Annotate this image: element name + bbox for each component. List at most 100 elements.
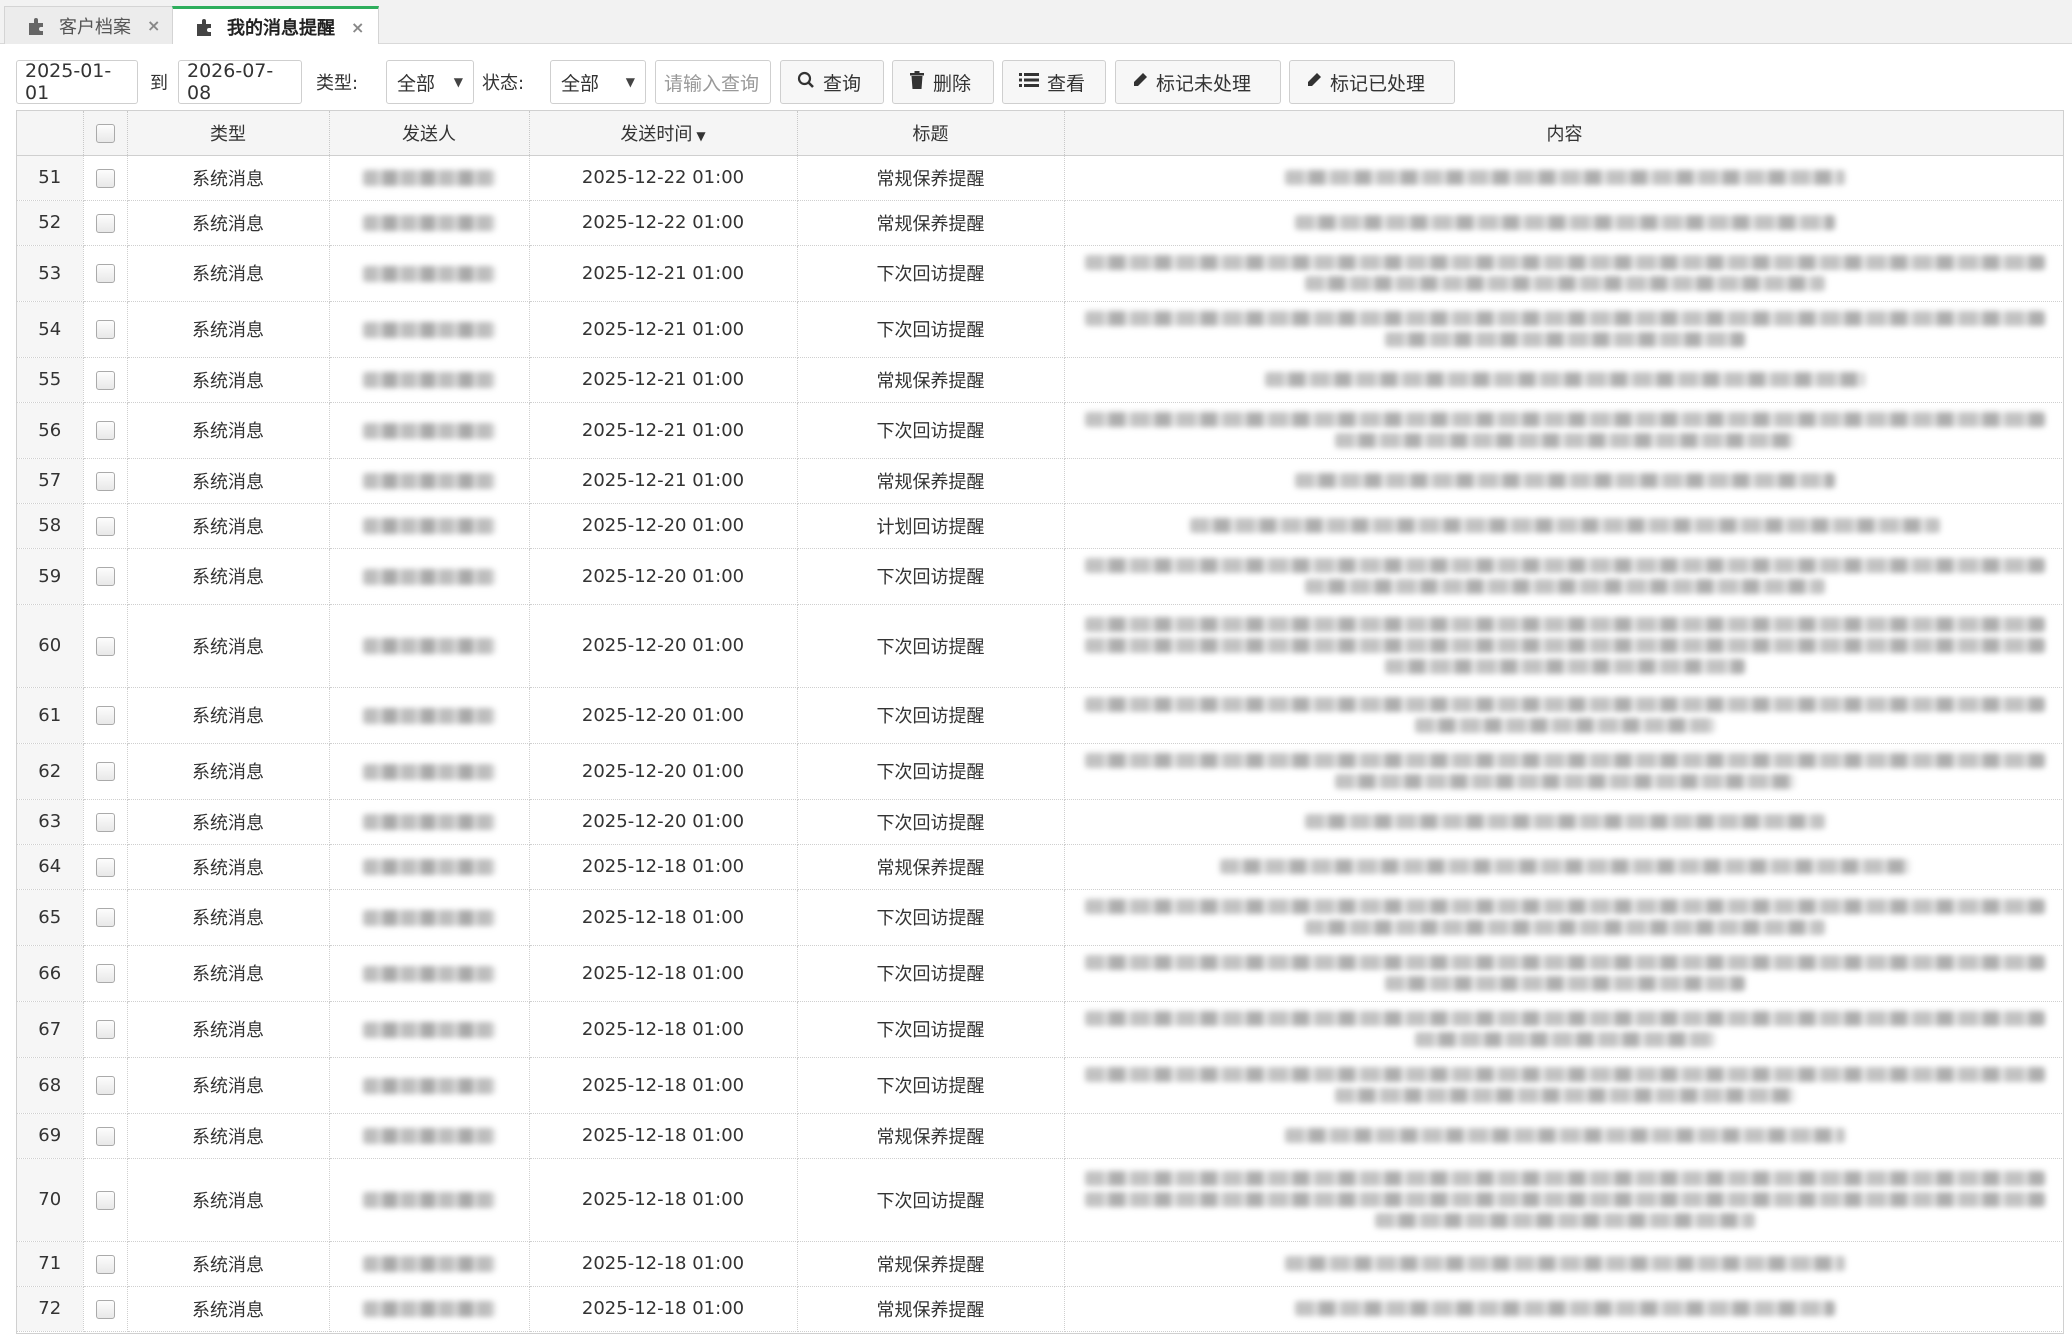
row-select-checkbox[interactable] [95,471,115,491]
row-checkbox[interactable] [83,889,128,946]
row-checkbox[interactable] [83,687,128,744]
table-row[interactable]: 65 系统消息 2025-12-18 01:00 下次回访提醒 [17,889,2063,946]
table-row[interactable]: 69 系统消息 2025-12-18 01:00 常规保养提醒 [17,1113,2063,1159]
view-button[interactable]: 查看 [1002,60,1106,104]
row-checkbox[interactable] [83,245,128,302]
header-select-all[interactable] [83,111,128,156]
table-row[interactable]: 51 系统消息 2025-12-22 01:00 常规保养提醒 [17,155,2063,201]
row-checkbox[interactable] [83,1286,128,1332]
pencil-icon [1306,72,1322,93]
cell-send-time: 2025-12-22 01:00 [529,200,798,246]
table-row[interactable]: 68 系统消息 2025-12-18 01:00 下次回访提醒 [17,1057,2063,1114]
header-type[interactable]: 类型 [127,111,330,156]
close-icon[interactable]: × [351,18,364,37]
header-sender[interactable]: 发送人 [329,111,530,156]
table-row[interactable]: 62 系统消息 2025-12-20 01:00 下次回访提醒 [17,743,2063,800]
sender-redacted [363,1301,495,1317]
table-row[interactable]: 57 系统消息 2025-12-21 01:00 常规保养提醒 [17,458,2063,504]
cell-sender [329,604,530,688]
table-row[interactable]: 53 系统消息 2025-12-21 01:00 下次回访提醒 [17,245,2063,302]
table-row[interactable]: 56 系统消息 2025-12-21 01:00 下次回访提醒 [17,402,2063,459]
row-checkbox[interactable] [83,458,128,504]
table-row[interactable]: 61 系统消息 2025-12-20 01:00 下次回访提醒 [17,687,2063,744]
row-checkbox[interactable] [83,604,128,688]
table-row[interactable]: 63 系统消息 2025-12-20 01:00 下次回访提醒 [17,799,2063,845]
cell-title: 计划回访提醒 [797,503,1065,549]
row-select-checkbox[interactable] [95,1299,115,1319]
row-select-checkbox[interactable] [95,264,115,283]
row-number: 72 [17,1286,84,1332]
table-row[interactable]: 70 系统消息 2025-12-18 01:00 下次回访提醒 [17,1158,2063,1242]
row-select-checkbox[interactable] [95,320,115,339]
close-icon[interactable]: × [147,16,160,35]
table-row[interactable]: 52 系统消息 2025-12-22 01:00 常规保养提醒 [17,200,2063,246]
row-checkbox[interactable] [83,1158,128,1242]
table-row[interactable]: 66 系统消息 2025-12-18 01:00 下次回访提醒 [17,945,2063,1002]
content-redacted [1189,518,1940,533]
select-all-checkbox[interactable] [95,123,115,143]
row-checkbox[interactable] [83,743,128,800]
row-checkbox[interactable] [83,503,128,549]
row-select-checkbox[interactable] [95,908,115,927]
row-select-checkbox[interactable] [95,516,115,536]
date-to-input[interactable]: 2026-07-08 [178,60,302,104]
table-row[interactable]: 59 系统消息 2025-12-20 01:00 下次回访提醒 [17,548,2063,605]
row-select-checkbox[interactable] [95,1190,115,1210]
row-select-checkbox[interactable] [95,964,115,983]
row-select-checkbox[interactable] [95,1076,115,1095]
row-checkbox[interactable] [83,1113,128,1159]
row-select-checkbox[interactable] [95,370,115,390]
status-select[interactable]: 全部 ▼ [550,60,646,104]
mark-unprocessed-button[interactable]: 标记未处理 [1115,60,1281,104]
row-checkbox[interactable] [83,155,128,201]
row-checkbox[interactable] [83,1241,128,1287]
content-redacted [1294,1301,1835,1316]
row-select-checkbox[interactable] [95,1020,115,1039]
delete-button[interactable]: 删除 [892,60,994,104]
tab-my-reminders[interactable]: 我的消息提醒 × [172,6,380,45]
table-row[interactable]: 55 系统消息 2025-12-21 01:00 常规保养提醒 [17,357,2063,403]
mark-processed-button[interactable]: 标记已处理 [1289,60,1455,104]
sender-redacted [363,473,495,489]
row-checkbox[interactable] [83,1057,128,1114]
row-checkbox[interactable] [83,844,128,890]
content-redacted [1084,899,2045,914]
row-select-checkbox[interactable] [95,213,115,233]
row-checkbox[interactable] [83,945,128,1002]
row-select-checkbox[interactable] [95,1126,115,1146]
table-row[interactable]: 54 系统消息 2025-12-21 01:00 下次回访提醒 [17,301,2063,358]
query-button[interactable]: 查询 [780,60,884,104]
row-select-checkbox[interactable] [95,762,115,781]
table-row[interactable]: 58 系统消息 2025-12-20 01:00 计划回访提醒 [17,503,2063,549]
table-row[interactable]: 60 系统消息 2025-12-20 01:00 下次回访提醒 [17,604,2063,688]
table-row[interactable]: 72 系统消息 2025-12-18 01:00 常规保养提醒 [17,1286,2063,1332]
row-checkbox[interactable] [83,548,128,605]
row-checkbox[interactable] [83,799,128,845]
row-checkbox[interactable] [83,200,128,246]
row-select-checkbox[interactable] [95,1254,115,1274]
header-content[interactable]: 内容 [1064,111,2063,156]
cell-title: 下次回访提醒 [797,301,1065,358]
row-select-checkbox[interactable] [95,567,115,586]
row-select-checkbox[interactable] [95,706,115,725]
row-select-checkbox[interactable] [95,421,115,440]
search-input[interactable]: 请输入查询 [655,60,771,104]
row-checkbox[interactable] [83,301,128,358]
type-select[interactable]: 全部 ▼ [386,60,474,104]
row-select-checkbox[interactable] [95,168,115,188]
cell-sender [329,1158,530,1242]
row-select-checkbox[interactable] [95,812,115,832]
table-row[interactable]: 64 系统消息 2025-12-18 01:00 常规保养提醒 [17,844,2063,890]
table-row[interactable]: 67 系统消息 2025-12-18 01:00 下次回访提醒 [17,1001,2063,1058]
row-checkbox[interactable] [83,357,128,403]
tab-customer-archive[interactable]: 客户档案 × [4,6,176,44]
row-checkbox[interactable] [83,1001,128,1058]
header-title[interactable]: 标题 [797,111,1065,156]
row-select-checkbox[interactable] [95,857,115,877]
row-checkbox[interactable] [83,402,128,459]
cell-content [1064,357,2063,403]
header-send-time[interactable]: 发送时间 ▼ [529,111,798,156]
table-row[interactable]: 71 系统消息 2025-12-18 01:00 常规保养提醒 [17,1241,2063,1287]
date-from-input[interactable]: 2025-01-01 [16,60,138,104]
row-select-checkbox[interactable] [95,636,115,656]
